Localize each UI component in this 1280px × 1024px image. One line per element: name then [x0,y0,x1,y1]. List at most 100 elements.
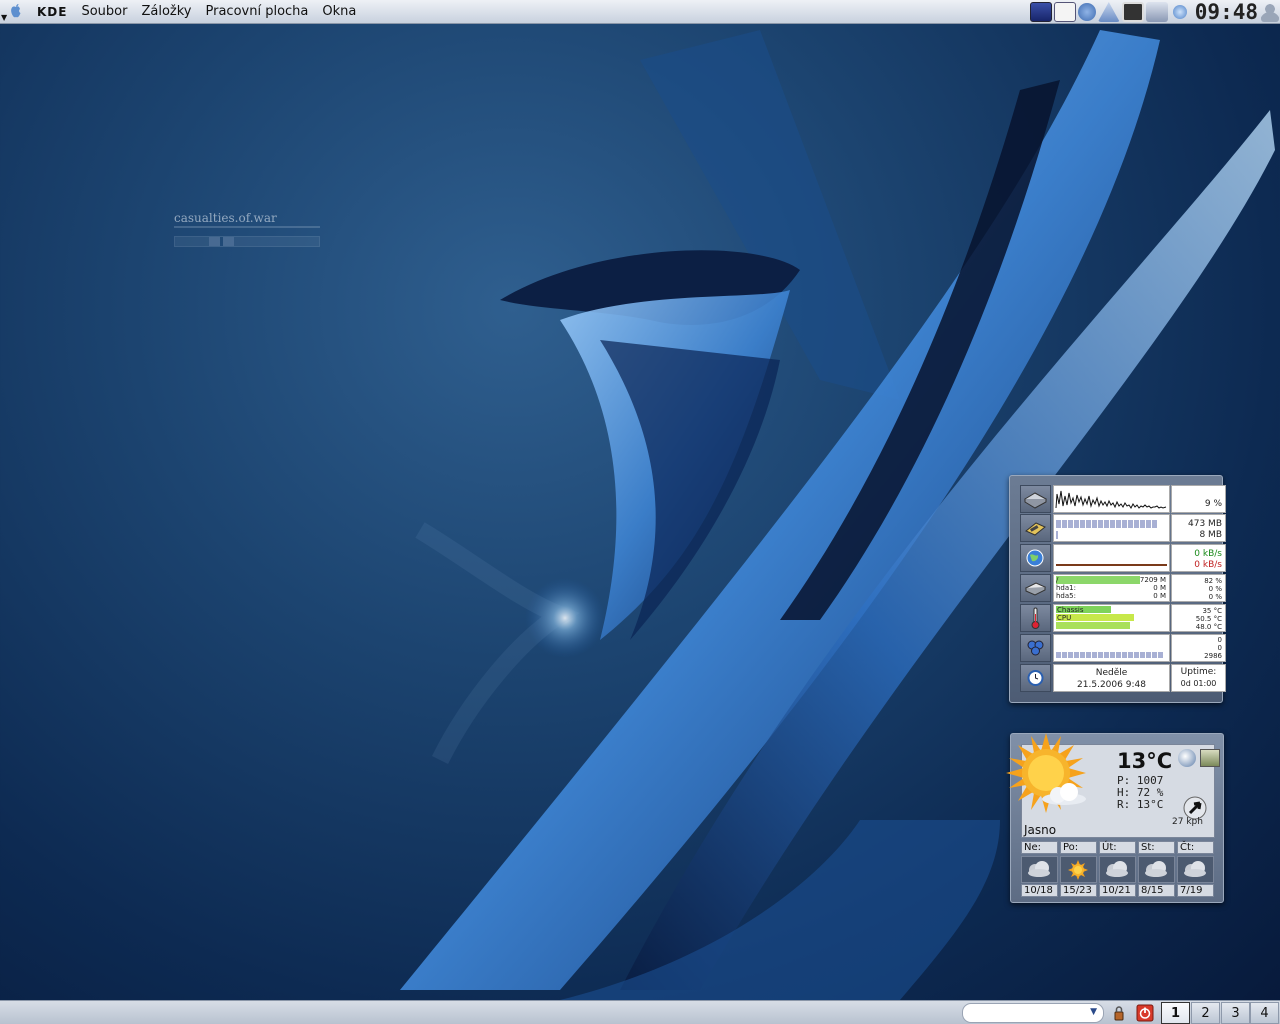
cloudy-icon [1021,856,1058,883]
lock-icon[interactable] [1110,1004,1128,1022]
network-icon[interactable] [1077,3,1096,21]
sunny-icon [1060,856,1097,883]
thermometer-icon [1020,604,1051,632]
globe-icon[interactable] [1178,749,1196,767]
divider [174,226,320,228]
forecast-temps: 7/19 [1177,884,1214,897]
fan1-value: 0 [1217,636,1222,644]
disk-hda1-pct: 0 % [1208,585,1222,593]
apple-logo-icon [11,3,21,17]
swap-usage: 8 MB [1199,530,1222,540]
calendar-icon[interactable] [1053,2,1076,22]
network-row: 0 kB/s 0 kB/s [1020,544,1226,572]
desktop-2-button[interactable]: 2 [1191,1002,1220,1024]
menu-okna[interactable]: Okna [315,0,363,24]
desktop-3-button[interactable]: 3 [1221,1002,1250,1024]
forecast-day: Po: 15/23 [1060,841,1097,897]
realfeel: R: 13°C [1117,798,1164,811]
network-value-box: 0 kB/s 0 kB/s [1171,544,1226,572]
system-tray: 09:48 [1029,0,1280,24]
weather-widget: 13°C P: 1007 H: 72 % R: 13°C 27 kph Jasn… [1006,733,1224,903]
widget-title: casualties.of.war [174,211,277,225]
network-graph [1053,544,1170,572]
harddisk-icon [1020,574,1051,602]
logout-icon[interactable] [1136,1004,1154,1022]
chevron-down-icon: ▼ [1,12,8,22]
date-row: Neděle 21.5.2006 9:48 Uptime: 0d 01:00 [1020,664,1226,692]
disks-graph: / 7209 M hda1: 0 M hda5: 0 M [1053,574,1170,602]
run-command-box[interactable]: ▼ [962,1003,1104,1023]
display-icon[interactable] [1029,2,1052,22]
map-icon[interactable] [1200,749,1220,767]
forecast-temps: 15/23 [1060,884,1097,897]
menu-pracovni-plocha[interactable]: Pracovní plocha [199,0,316,24]
memory-row: 473 MB 8 MB [1020,514,1226,542]
forecast-day: Út: 10/21 [1099,841,1136,897]
uptime-box: Uptime: 0d 01:00 [1171,664,1226,692]
desktop-1-button[interactable]: 1 [1161,1002,1190,1024]
desktop-4-button[interactable]: 4 [1250,1002,1279,1024]
music-icon[interactable] [1145,2,1168,22]
sun-cloud-icon [1006,733,1086,813]
cpu-graph [1053,485,1170,513]
system-monitor-widget: 9 % 473 MB 8 MB 0 kB/s 0 kB/s / 7209 M h… [1009,475,1226,703]
kget-icon[interactable] [1097,2,1120,22]
temp-cpu-value: 50.5 °C [1195,615,1222,623]
klipper-icon[interactable] [1172,5,1187,19]
disk-hda1-label: hda1: [1056,584,1076,592]
cpu-icon [1020,485,1051,513]
forecast-temps: 8/15 [1138,884,1175,897]
fan2-value: 0 [1217,644,1222,652]
chevron-down-icon[interactable]: ▼ [1090,1007,1097,1017]
current-temperature: 13°C [1117,749,1173,773]
clock[interactable]: 09:48 [1195,0,1258,24]
temperatures-row: Chassis CPU 35 °C 50.5 °C 48.0 °C [1020,604,1226,632]
weather-condition: Jasno [1024,823,1057,837]
menu-soubor[interactable]: Soubor [74,0,134,24]
decor-bar [174,236,320,247]
weather-details: P: 1007 H: 72 % R: 13°C [1117,775,1163,811]
disk-root-label: / [1056,576,1059,584]
menu-zalozky[interactable]: Záložky [134,0,198,24]
fan3-value: 2986 [1204,652,1222,660]
uptime-label: Uptime: [1180,667,1217,677]
temp-chassis-label: Chassis [1057,606,1084,614]
forecast-day-label: Čt: [1177,841,1214,854]
bottom-panel: ▼ 1 2 3 4 [0,1000,1280,1024]
forecast-day: St: 8/15 [1138,841,1175,897]
disks-value-box: 82 % 0 % 0 % [1171,574,1226,602]
fans-row: 0 0 2986 [1020,634,1226,662]
fans-graph [1053,634,1170,662]
desktop-text-widget: casualties.of.war [174,211,320,247]
fans-value-box: 0 0 2986 [1171,634,1226,662]
ram-usage: 473 MB [1188,519,1222,529]
temp-cpu-label: CPU [1057,614,1072,622]
memory-value-box: 473 MB 8 MB [1171,514,1226,542]
uptime-value: 0d 01:00 [1180,679,1217,688]
forecast-day-label: St: [1138,841,1175,854]
forecast-day-label: Ne: [1021,841,1058,854]
run-command-input[interactable] [971,1006,1089,1021]
disk-root-pct: 82 % [1204,577,1222,585]
net-download: 0 kB/s [1194,549,1222,559]
app-name[interactable]: KDE [30,0,74,24]
net-upload: 0 kB/s [1194,560,1222,570]
forecast-day-label: Út: [1099,841,1136,854]
clock-icon [1020,664,1051,692]
cloudy-icon [1177,856,1214,883]
memory-icon [1020,514,1051,542]
kmenu-button[interactable]: ▼ [0,0,30,24]
cloudy-icon [1138,856,1175,883]
screens-icon[interactable] [1121,2,1144,22]
forecast-temps: 10/18 [1021,884,1058,897]
cloudy-icon [1099,856,1136,883]
cpu-usage: 9 % [1204,499,1222,509]
forecast-day-label: Po: [1060,841,1097,854]
cpu-row: 9 % [1020,485,1226,513]
forecast-day: Ne: 10/18 [1021,841,1058,897]
globe-icon [1020,544,1051,572]
temperatures-graph: Chassis CPU [1053,604,1170,632]
user-icon[interactable] [1261,2,1279,22]
disk-root-size: 7209 M [1139,576,1166,584]
date-box: Neděle 21.5.2006 9:48 [1053,664,1170,692]
